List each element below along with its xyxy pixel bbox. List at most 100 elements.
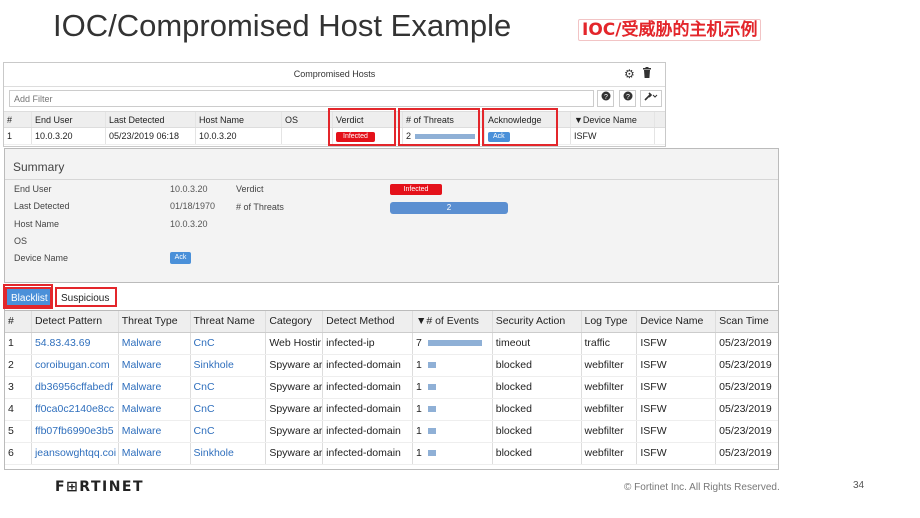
threat-name-link[interactable]: CnC: [191, 421, 267, 442]
scan-time-cell: 05/23/2019: [719, 381, 772, 393]
detect-method-cell: infected-domain: [323, 399, 413, 420]
table-header-row: # Detect Pattern Threat Type Threat Name…: [5, 311, 778, 333]
table-row[interactable]: 5 ffb07fb6990e3b5 Malware CnC Spyware ar infe…: [5, 421, 778, 443]
row-number: 1: [4, 128, 32, 144]
column-header[interactable]: ▼Device Name: [571, 112, 655, 127]
summary-ack-button[interactable]: Ack: [170, 252, 191, 264]
column-header[interactable]: Host Name: [196, 112, 282, 127]
column-header[interactable]: # of Threats: [403, 112, 485, 127]
trash-icon[interactable]: [642, 67, 652, 81]
category-cell: Spyware ar: [266, 421, 324, 442]
detect-method-cell: infected-ip: [323, 333, 413, 354]
filter-clear-button[interactable]: ?: [597, 90, 614, 107]
events-bar: [427, 428, 436, 435]
threat-name-link[interactable]: Sinkhole: [191, 443, 267, 464]
copyright-text: © Fortinet Inc. All Rights Reserved.: [624, 482, 780, 493]
events-cell: 1: [413, 421, 493, 442]
column-header[interactable]: End User: [32, 112, 106, 127]
panel-title: Compromised Hosts: [293, 69, 376, 79]
log-type-cell: webfilter: [582, 377, 638, 398]
events-count: 1: [415, 425, 422, 437]
security-action-cell: blocked: [493, 377, 582, 398]
column-header[interactable]: Log Type: [582, 311, 638, 332]
events-bar: [427, 362, 436, 369]
table-row[interactable]: 2 coroibugan.com Malware Sinkhole Spyware ar…: [5, 355, 778, 377]
security-action-cell: blocked: [493, 443, 582, 464]
column-header[interactable]: Verdict: [333, 112, 403, 127]
column-header[interactable]: #: [5, 311, 32, 332]
events-cell: 1: [413, 355, 493, 376]
threat-type-link[interactable]: Malware: [119, 443, 191, 464]
security-action-cell: timeout: [493, 333, 582, 354]
threat-name-link[interactable]: CnC: [191, 377, 267, 398]
table-row[interactable]: 4 ff0ca0c2140e8cc Malware CnC Spyware ar infe…: [5, 399, 778, 421]
threat-name-link[interactable]: CnC: [191, 399, 267, 420]
events-count: 7: [415, 337, 422, 349]
column-header[interactable]: OS: [282, 112, 333, 127]
row-number: 1: [5, 333, 32, 354]
column-header[interactable]: Category: [266, 311, 324, 332]
column-header[interactable]: Threat Type: [119, 311, 191, 332]
events-count: 1: [415, 403, 422, 415]
threat-type-link[interactable]: Malware: [119, 377, 191, 398]
detect-pattern-link[interactable]: jeansowghtqq.coi: [32, 443, 119, 464]
os-label: OS: [14, 236, 28, 246]
detect-method-cell: infected-domain: [323, 443, 413, 464]
tab-blacklist[interactable]: Blacklist: [5, 287, 52, 307]
slide-title-chinese: IOC/受威胁的主机示例: [578, 19, 762, 41]
table-row[interactable]: 1 54.83.43.69 Malware CnC Web Hostir infected…: [5, 333, 778, 355]
threat-type-link[interactable]: Malware: [119, 399, 191, 420]
detect-pattern-link[interactable]: coroibugan.com: [32, 355, 119, 376]
detect-method-cell: infected-domain: [323, 355, 413, 376]
wrench-icon: [644, 92, 658, 101]
row-number: 6: [5, 443, 32, 464]
acknowledge-button[interactable]: Ack: [488, 131, 510, 142]
row-number: 4: [5, 399, 32, 420]
table-row[interactable]: 1 10.0.3.20 05/23/2019 06:18 10.0.3.20 I…: [4, 128, 665, 145]
row-number: 2: [5, 355, 32, 376]
compromised-hosts-table: # End User Last Detected Host Name OS Ve…: [4, 111, 665, 145]
scan-time-cell: 05/23/2019: [719, 359, 772, 371]
column-header[interactable]: Device Name: [637, 311, 717, 332]
host-name-cell: 10.0.3.20: [196, 128, 282, 144]
threat-name-link[interactable]: CnC: [191, 333, 267, 354]
device-name-cell: ISFW: [637, 355, 717, 376]
tools-button[interactable]: [640, 90, 662, 107]
column-header[interactable]: Scan Time: [716, 311, 778, 332]
tab-suspicious[interactable]: Suspicious: [55, 287, 117, 307]
threat-name-link[interactable]: Sinkhole: [191, 355, 267, 376]
column-header[interactable]: #: [4, 112, 32, 127]
column-header[interactable]: ▼# of Events: [413, 311, 493, 332]
threats-bar: [415, 134, 476, 140]
column-header[interactable]: Acknowledge: [485, 112, 571, 127]
events-count: 1: [415, 359, 422, 371]
last-detected-cell: 05/23/2019 06:18: [106, 128, 196, 144]
os-cell: [282, 128, 333, 144]
column-header[interactable]: Security Action: [493, 311, 582, 332]
table-row[interactable]: 3 db36956cffabedf Malware CnC Spyware ar infe…: [5, 377, 778, 399]
threats-cell: 2: [403, 128, 485, 144]
svg-text:?: ?: [626, 94, 630, 101]
table-row[interactable]: 6 jeansowghtqq.coi Malware Sinkhole Spyware …: [5, 443, 778, 465]
threat-type-link[interactable]: Malware: [119, 421, 191, 442]
add-filter-input[interactable]: [9, 90, 594, 107]
column-header[interactable]: Detect Method: [323, 311, 413, 332]
detect-pattern-link[interactable]: ff0ca0c2140e8cc: [32, 399, 119, 420]
help-button[interactable]: ?: [619, 90, 636, 107]
fortinet-logo: F⊞RTINET: [55, 479, 145, 495]
category-cell: Spyware ar: [266, 399, 324, 420]
column-header[interactable]: Detect Pattern: [32, 311, 119, 332]
gear-icon[interactable]: ⚙: [624, 67, 635, 81]
column-header[interactable]: Threat Name: [191, 311, 267, 332]
detect-pattern-link[interactable]: db36956cffabedf: [32, 377, 119, 398]
threat-type-link[interactable]: Malware: [119, 355, 191, 376]
summary-panel: Summary End User 10.0.3.20 Last Detected…: [4, 148, 779, 283]
row-number: 3: [5, 377, 32, 398]
page-number: 34: [853, 480, 865, 491]
column-header[interactable]: Last Detected: [106, 112, 196, 127]
detect-pattern-link[interactable]: ffb07fb6990e3b5: [32, 421, 119, 442]
row-number: 5: [5, 421, 32, 442]
detect-pattern-link[interactable]: 54.83.43.69: [32, 333, 119, 354]
threat-type-link[interactable]: Malware: [119, 333, 191, 354]
device-name-cell: ISFW: [637, 421, 717, 442]
